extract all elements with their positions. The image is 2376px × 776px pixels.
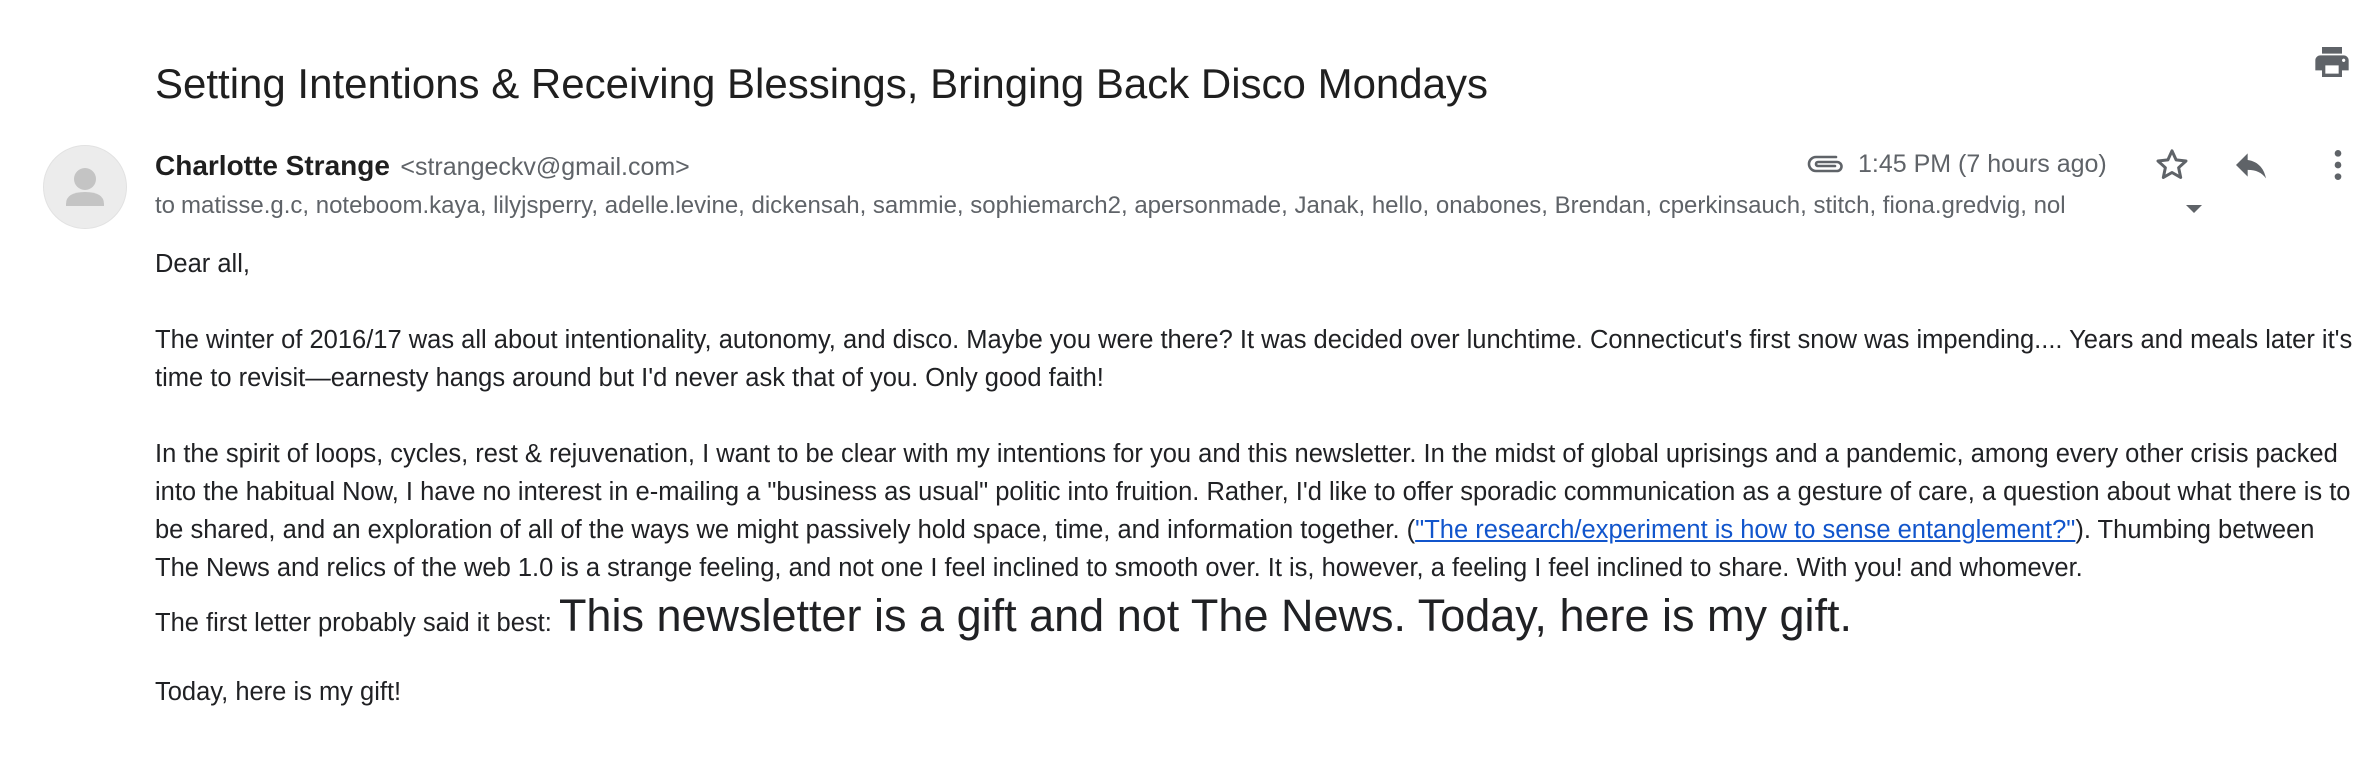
closing-line: Today, here is my gift! [155,678,402,706]
recipients-names: matisse.g.c, noteboom.kaya, lilyjsperry,… [181,192,2066,219]
email-body: Dear all, The winter of 2016/17 was all … [155,245,2355,711]
sender-name[interactable]: Charlotte Strange [155,150,390,181]
paragraph-lead-text: The first letter probably said it best: [155,609,559,637]
paragraph-intentions: In the spirit of loops, cycles, rest & r… [155,435,2355,587]
print-button[interactable] [2312,42,2352,82]
star-icon [2156,149,2188,179]
email-view: Setting Intentions & Receiving Blessings… [0,0,2376,776]
reply-icon [2236,153,2266,179]
print-icon [2315,47,2349,77]
show-details-button[interactable] [2184,202,2204,216]
reply-button[interactable] [2231,145,2271,185]
greeting: Dear all, [155,250,250,278]
paragraph-intro: The winter of 2016/17 was all about inte… [155,326,2353,392]
star-button[interactable] [2152,145,2192,185]
research-link[interactable]: "The research/experiment is how to sense… [1415,516,2075,544]
sender-avatar[interactable] [43,145,127,229]
attachment-indicator [1806,150,1846,178]
more-vert-icon [2334,150,2342,180]
paperclip-icon [1807,155,1843,173]
highlighted-quote: This newsletter is a gift and not The Ne… [558,590,1853,641]
sender-email: <strangeckv@gmail.com> [400,153,690,181]
paragraph-first-letter: The first letter probably said it best: … [155,587,2355,645]
recipients-prefix: to [155,192,176,219]
more-options-button[interactable] [2318,145,2358,185]
person-icon [66,168,104,206]
sender-info: Charlotte Strange <strangeckv@gmail.com> [155,150,690,182]
email-timestamp: 1:45 PM (7 hours ago) [1858,150,2107,178]
email-subject: Setting Intentions & Receiving Blessings… [155,60,1489,108]
caret-down-icon [2186,205,2202,213]
recipients-list: to matisse.g.c, noteboom.kaya, lilyjsperr… [155,192,2185,220]
